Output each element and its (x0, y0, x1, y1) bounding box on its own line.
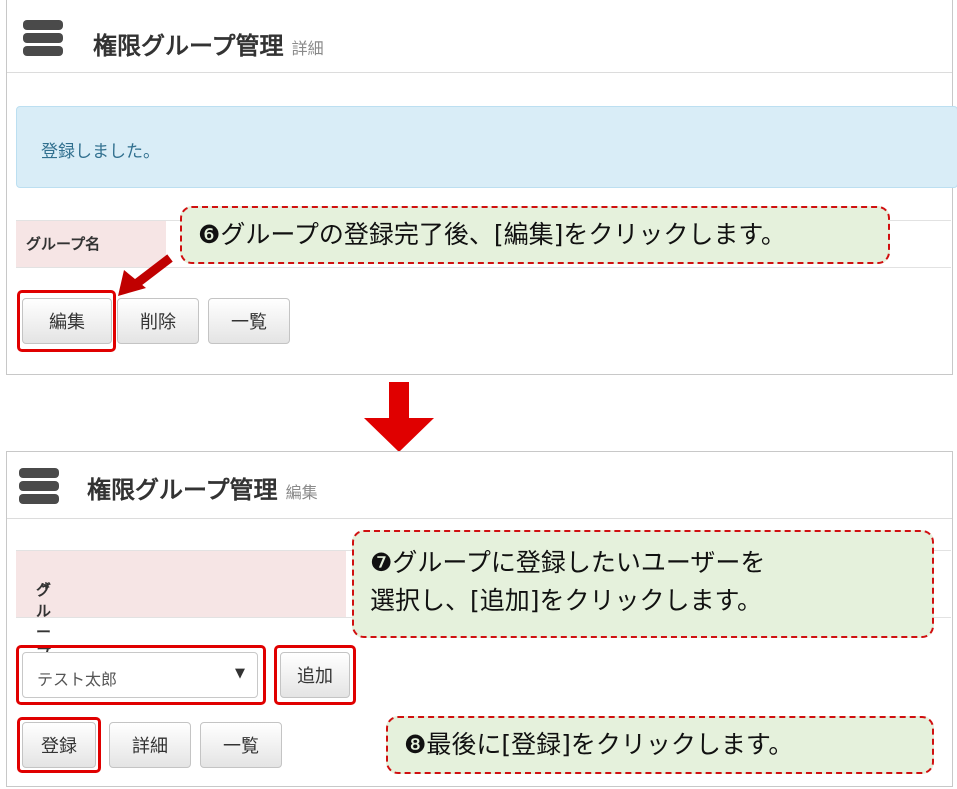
panel-header: 権限グループ管理 編集 (7, 452, 952, 519)
detail-button[interactable]: 詳細 (109, 722, 191, 768)
arrow-icon (118, 254, 173, 296)
page-title-text: 権限グループ管理 (87, 476, 278, 504)
user-select-highlight (16, 645, 266, 705)
required-mark: * (42, 579, 50, 597)
callout-step7-line1: ❼グループに登録したいユーザーを (370, 548, 766, 577)
callout-step7: ❼グループに登録したいユーザーを 選択し、[追加]をクリックします。 (352, 530, 934, 638)
database-icon (19, 468, 59, 506)
group-name-label-cell: グループ名* (16, 551, 346, 683)
callout-step8: ❽最後に[登録]をクリックします。 (386, 716, 934, 774)
page-subtitle: 編集 (285, 483, 318, 502)
callout-step7-line2: 選択し、[追加]をクリックします。 (370, 586, 763, 615)
register-button-highlight (17, 717, 101, 773)
page-title: 権限グループ管理 編集 (87, 470, 318, 505)
add-button-highlight (274, 645, 356, 705)
list-button[interactable]: 一覧 (200, 722, 282, 768)
down-arrow-icon (364, 382, 434, 452)
callout-step8-text: ❽最後に[登録]をクリックします。 (404, 730, 794, 759)
